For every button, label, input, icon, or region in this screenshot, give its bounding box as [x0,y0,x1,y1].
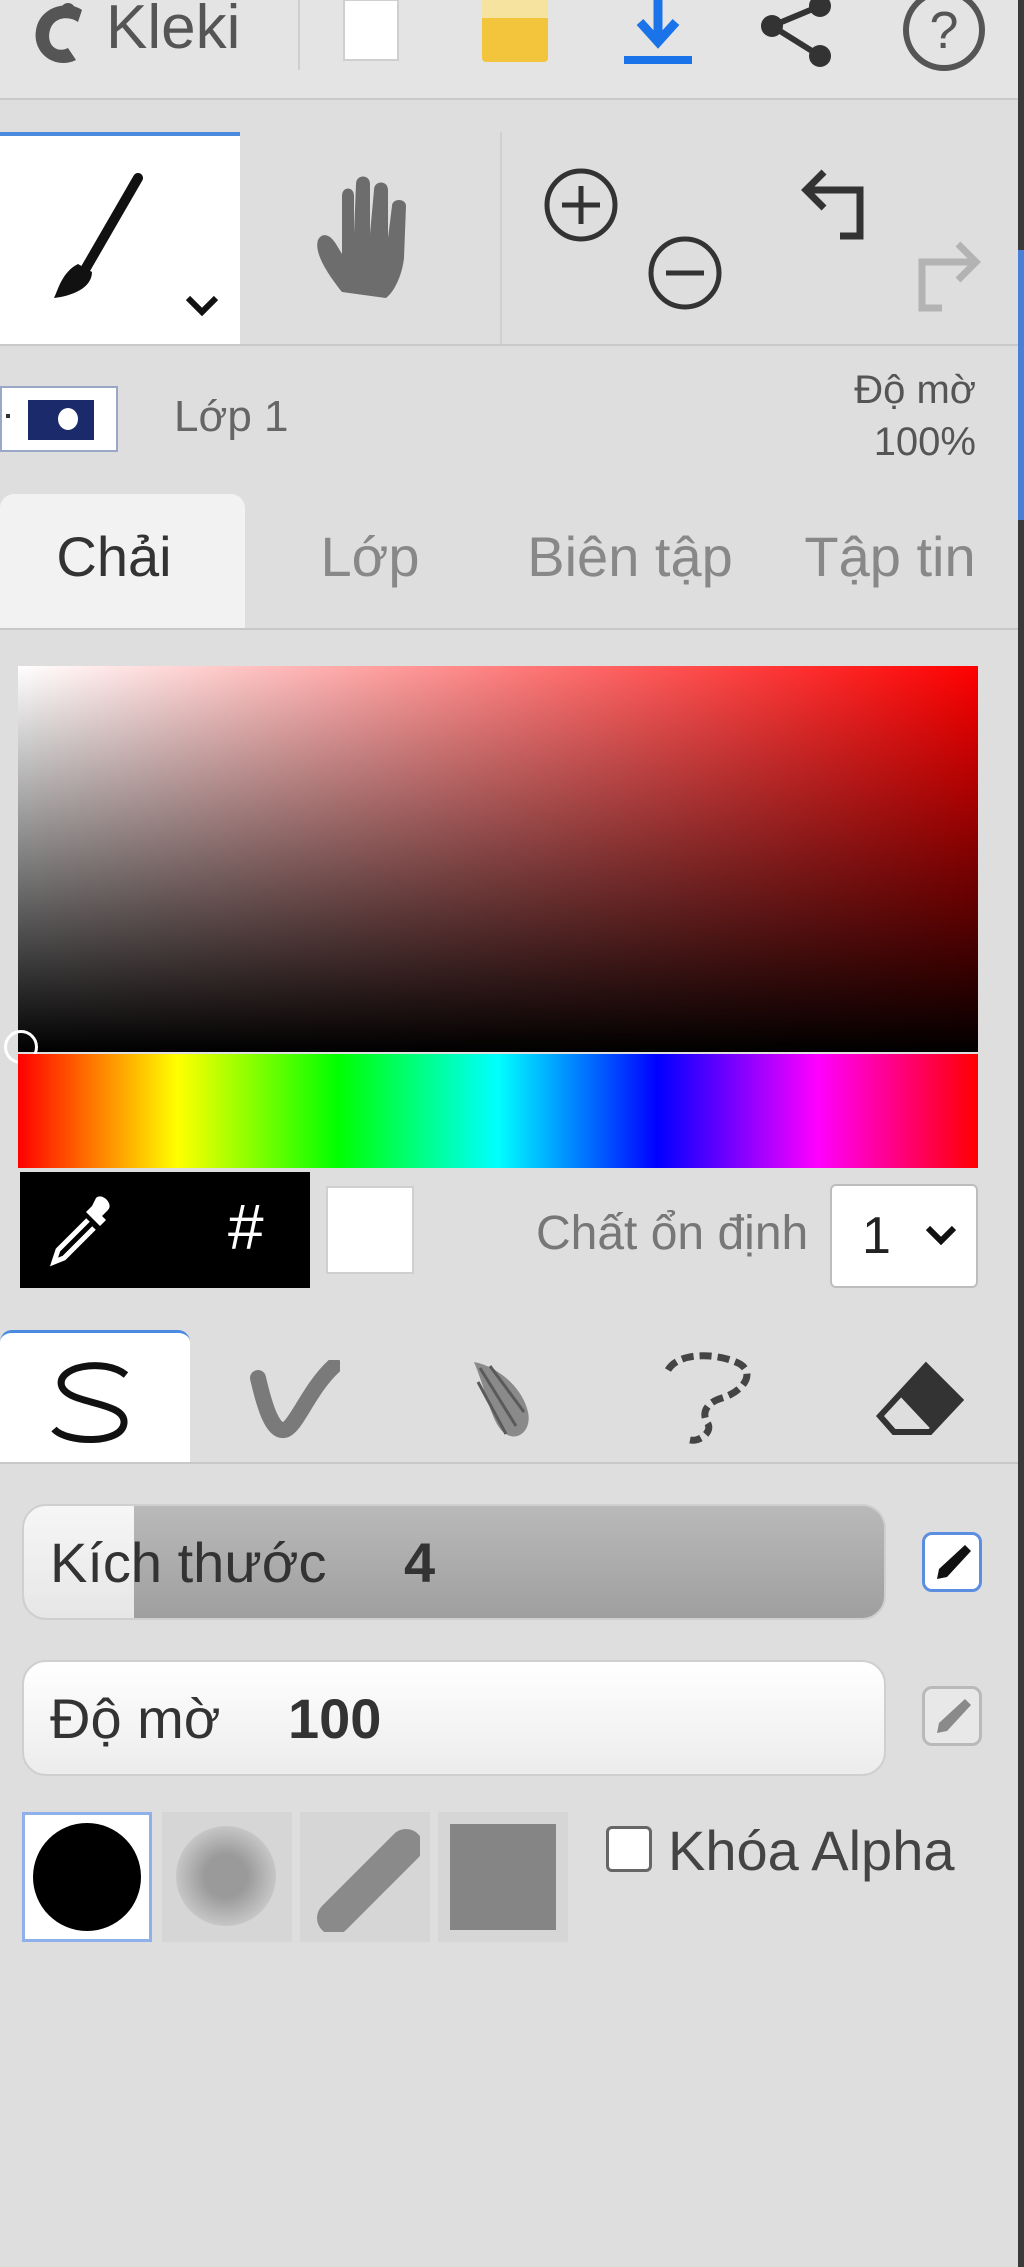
kleki-logo-icon [35,3,82,64]
app-name: Kleki [106,0,241,62]
layer-opacity-label: Độ mờ [854,368,976,412]
brush-shape-chisel[interactable] [300,1812,430,1942]
size-slider[interactable]: Kích thước 4 [22,1504,886,1620]
brush-type-pen[interactable] [0,1330,190,1462]
divider [298,0,300,70]
help-icon[interactable]: ? [898,0,990,72]
open-folder-icon[interactable] [478,0,554,66]
tabs-divider [0,628,1018,630]
undo-icon[interactable] [800,166,878,242]
layer-name: Lớp 1 [174,392,289,441]
size-pressure-toggle[interactable] [922,1532,982,1592]
opacity-value: 100 [288,1687,382,1750]
hand-icon[interactable] [312,172,422,302]
pen-pressure-icon [937,1545,971,1579]
brush-shape-circle[interactable] [22,1812,152,1942]
stabilizer-value: 1 [862,1207,891,1265]
eraser-icon[interactable] [874,1360,964,1440]
eyedropper-icon[interactable] [44,1192,120,1268]
brush-type-divider [0,1462,1018,1464]
current-color-swatch[interactable] [326,1186,414,1274]
redo-icon[interactable] [904,238,982,314]
size-value: 4 [404,1531,436,1594]
window-edge [1018,0,1024,2267]
sketchy-brush-icon[interactable] [466,1356,536,1442]
layer-thumbnail[interactable] [0,386,118,452]
opacity-slider[interactable]: Độ mờ 100 [22,1660,886,1776]
color-tools: # [20,1172,310,1288]
download-icon[interactable] [620,0,696,68]
divider [500,132,502,344]
saturation-value-picker[interactable] [18,666,978,1052]
opacity-pressure-toggle[interactable] [922,1686,982,1746]
layer-opacity: Độ mờ 100% [780,364,976,468]
tab-file[interactable]: Tập tin [790,524,990,589]
hex-input-button[interactable]: # [228,1190,264,1264]
brush-tool-button[interactable] [0,132,240,344]
blend-brush-icon[interactable] [250,1360,340,1440]
chisel-tip-icon [317,1829,420,1932]
share-icon[interactable] [758,0,838,70]
brush-icon [54,173,143,298]
circle-tip-icon [33,1823,141,1931]
pen-pressure-icon [937,1699,971,1733]
tab-edit[interactable]: Biên tập [510,524,750,589]
soft-tip-icon [176,1826,276,1926]
pixel-brush-icon[interactable] [660,1352,756,1446]
layer-opacity-value: 100% [873,420,976,464]
zoom-out-icon[interactable] [646,234,724,312]
alpha-lock-checkbox[interactable] [606,1826,652,1872]
tab-brush-label: Chải [56,525,172,588]
size-label: Kích thước [50,1531,327,1594]
brush-shape-soft[interactable] [162,1812,292,1942]
brush-shape-square[interactable] [438,1812,568,1942]
chevron-down-icon [925,1225,957,1246]
chevron-down-icon[interactable] [182,292,222,320]
alpha-lock-label: Khóa Alpha [668,1819,955,1882]
hue-slider[interactable] [18,1054,978,1168]
stabilizer-label: Chất ổn định [536,1207,809,1260]
svg-text:?: ? [930,2,959,60]
opacity-label: Độ mờ [50,1687,221,1750]
new-file-icon[interactable] [340,0,402,62]
zoom-in-icon[interactable] [542,166,620,244]
tab-layer[interactable]: Lớp [290,524,450,589]
kleki-logo[interactable]: Kleki [28,0,298,70]
pen-brush-icon [51,1362,129,1443]
square-tip-icon [450,1824,556,1930]
stabilizer-select[interactable]: 1 [830,1184,978,1288]
